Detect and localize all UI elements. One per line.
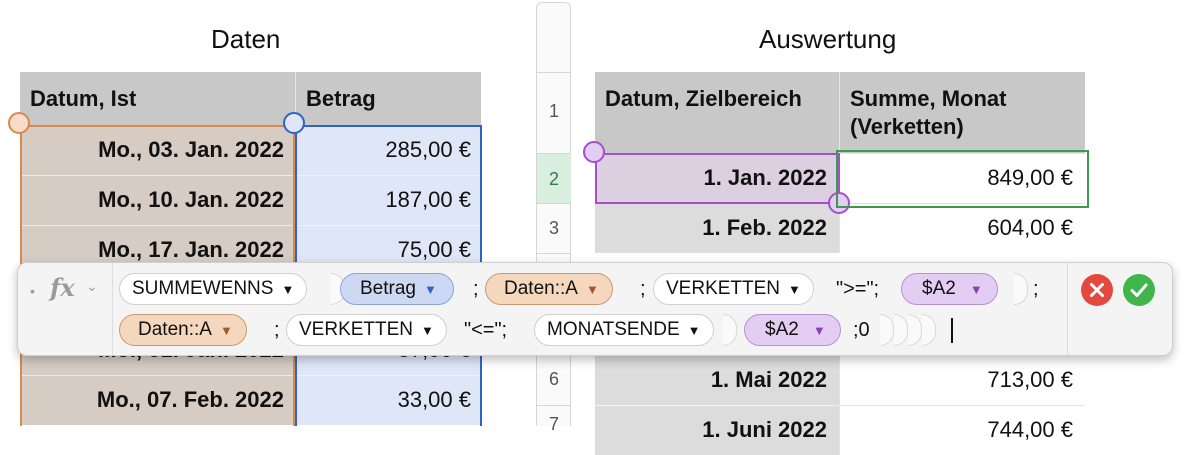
dropdown-arrow-icon: ▼ [219,323,233,338]
reference-label: $A2 [922,278,956,299]
nesting-bracket [908,314,922,346]
reference-label: Betrag [360,278,416,299]
text-cursor [951,318,953,343]
dropdown-arrow-icon: ▼ [281,282,295,297]
row-divider [537,405,571,406]
table-row[interactable]: 285,00 € [295,125,481,175]
row-header-strip [536,2,571,426]
formula-editor[interactable]: • fx ⌄ SUMMEWENNS ▼ Betrag ▼ ; Daten::A ▼ ;… [17,262,1173,356]
reference-label: $A2 [765,319,799,340]
function-monatsende[interactable]: MONATSENDE ▼ [534,314,714,346]
table-row[interactable]: 744,00 € [839,405,1085,455]
table-row[interactable]: 1. Feb. 2022 [595,203,839,253]
row-divider [537,153,571,154]
separator: ; [1033,278,1039,300]
string-literal[interactable]: "<="; [464,314,507,346]
header-summe-monat[interactable]: Summe, Monat (Verketten) [839,72,1085,153]
confirm-button[interactable] [1123,274,1155,306]
header-betrag[interactable]: Betrag [295,72,481,125]
table-row[interactable]: Mo., 03. Jan. 2022 [20,125,295,175]
reference-a2[interactable]: $A2 ▼ [744,314,841,346]
dropdown-arrow-icon: ▼ [423,282,437,297]
cancel-button[interactable] [1081,274,1113,306]
a2-handle-bottom[interactable] [828,192,850,214]
reference-daten-a[interactable]: Daten::A ▼ [119,314,247,346]
function-label: MONATSENDE [547,319,680,340]
check-circle-icon [1130,283,1148,297]
nesting-bracket [723,314,737,346]
function-verketten[interactable]: VERKETTEN ▼ [653,273,814,305]
dropdown-arrow-icon: ▼ [421,323,434,338]
table-row[interactable]: 33,00 € [295,375,481,425]
table-row[interactable]: 849,00 € [839,153,1085,203]
header-datum-zielbereich[interactable]: Datum, Zielbereich [595,72,839,153]
date-range-handle[interactable] [8,112,30,134]
reference-daten-a[interactable]: Daten::A ▼ [485,273,613,305]
row-number[interactable]: 3 [537,218,571,239]
reference-label: Daten::A [138,319,212,340]
row-divider [537,203,571,204]
table-row[interactable]: 1. Mai 2022 [595,355,839,405]
function-label: VERKETTEN [666,278,781,299]
dropdown-arrow-icon: ▼ [969,282,983,297]
betrag-range-handle[interactable] [283,112,305,134]
right-table-title: Auswertung [759,24,897,54]
row-number[interactable]: 2 [537,169,571,190]
reference-a2[interactable]: $A2 ▼ [901,273,998,305]
table-row[interactable]: 713,00 € [839,355,1085,405]
argument-value[interactable]: ;0 [853,314,870,346]
dropdown-arrow-icon: ▼ [687,323,701,338]
dropdown-arrow-icon: ▼ [585,282,599,297]
fx-icon: fx [50,273,75,302]
x-circle-icon [1090,283,1104,297]
header-datum-ist[interactable]: Datum, Ist [20,72,295,125]
nesting-bracket [922,314,936,346]
dropdown-arrow-icon: ▼ [788,282,801,297]
table-row[interactable]: 604,00 € [839,203,1085,253]
separator: ; [640,278,646,300]
divider [112,263,113,355]
function-label: SUMMEWENNS [132,278,274,299]
row-divider [537,253,571,254]
separator: ; [274,319,280,341]
row-number[interactable]: 7 [537,414,571,435]
a2-handle-top[interactable] [583,141,605,163]
bullet-dot: • [30,283,35,299]
table-row[interactable]: Mo., 07. Feb. 2022 [20,375,295,425]
reference-label: Daten::A [504,278,578,299]
divider [1067,263,1068,355]
table-row[interactable]: 187,00 € [295,175,481,225]
table-row[interactable]: Mo., 10. Jan. 2022 [20,175,295,225]
table-row[interactable]: 1. Juni 2022 [595,405,839,455]
nesting-bracket [1014,273,1028,305]
nesting-bracket [880,314,894,346]
row-divider [537,72,571,73]
row-number[interactable]: 6 [537,369,571,390]
function-verketten[interactable]: VERKETTEN ▼ [286,314,447,346]
separator: ; [473,278,479,300]
chevron-down-icon[interactable]: ⌄ [86,278,98,295]
row-number[interactable]: 1 [537,101,571,122]
table-row[interactable]: 1. Jan. 2022 [595,153,839,203]
string-literal[interactable]: ">="; [836,273,879,305]
reference-betrag[interactable]: Betrag ▼ [340,273,454,305]
function-label: VERKETTEN [299,319,414,340]
function-summewenns[interactable]: SUMMEWENNS ▼ [119,273,308,305]
dropdown-arrow-icon: ▼ [812,323,826,338]
nesting-bracket [894,314,908,346]
left-table-title: Daten [211,24,281,54]
